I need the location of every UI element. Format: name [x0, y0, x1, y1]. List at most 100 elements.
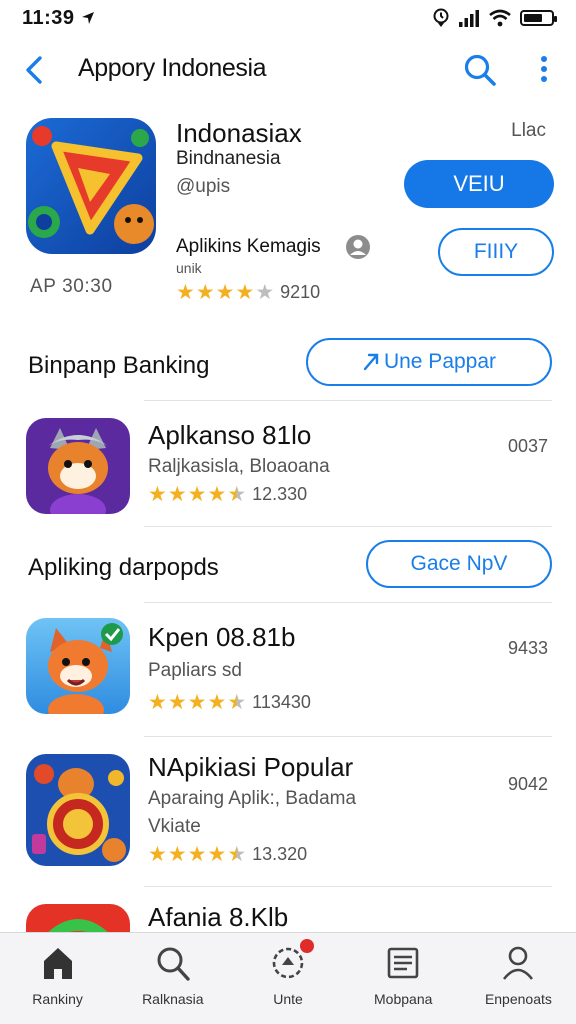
star-icon: ★	[235, 281, 255, 304]
status-bar: 11:39	[0, 0, 576, 36]
notification-badge	[300, 939, 315, 953]
star-icon: ★	[167, 843, 187, 866]
search-icon	[157, 947, 190, 981]
app-list-item[interactable]: NApikiasi Popular Aparaing Aplik:, Badam…	[0, 748, 576, 888]
rating-count: 113430	[252, 692, 311, 712]
star-icon: ★	[148, 483, 167, 506]
section-title: Binpanp Banking	[28, 352, 210, 379]
featured-app-title: Indonasiax	[176, 118, 302, 148]
list-icon	[387, 947, 419, 979]
rating-stars: ★ ★ ★ ★ ★	[148, 844, 246, 865]
star-icon: ★	[255, 281, 275, 304]
wifi-icon	[489, 9, 511, 27]
arrow-icon	[363, 353, 379, 371]
app-rating: ★ ★ ★ ★ ★ 113430	[148, 692, 311, 713]
app-name: Afania 8.Klb	[148, 902, 289, 932]
tab-profile[interactable]: Enpenoats	[461, 933, 576, 1024]
app-rating: ★ ★ ★ ★ ★ 13.320	[148, 844, 307, 865]
user-avatar-icon	[346, 235, 370, 259]
location-arrow-icon	[81, 12, 94, 24]
see-more-button[interactable]: Gace NpV	[366, 540, 552, 588]
star-icon: ★	[227, 483, 247, 506]
star-icon: ★	[176, 281, 195, 304]
rating-stars: ★ ★ ★ ★ ★	[148, 692, 246, 713]
divider	[144, 400, 552, 401]
featured-app-info-name: Aplikins Kemagis	[176, 236, 321, 257]
app-rating: ★ ★ ★ ★ ★ 12.330	[148, 484, 307, 505]
app-rank: 9433	[507, 638, 548, 658]
tab-label: Ralknasia	[142, 991, 204, 1007]
app-rank: 0037	[507, 436, 548, 456]
star-icon: ★	[187, 691, 207, 714]
app-icon	[26, 618, 130, 714]
tab-bar: Rankiny Ralknasia Unte Mobpana Enpenoats	[0, 932, 576, 1024]
featured-app: Indonasiax Llac Bindnanesia @upis VEIU A…	[0, 112, 576, 322]
star-icon: ★	[227, 843, 247, 866]
star-icon: ★	[148, 843, 167, 866]
app-name: Aplkanso 81lo	[148, 420, 312, 450]
search-icon[interactable]	[462, 52, 498, 88]
section-header-apps: Apliking darpopds Gace NpV	[0, 540, 576, 600]
divider	[144, 526, 552, 527]
tab-ranking[interactable]: Rankiny	[0, 933, 115, 1024]
view-button[interactable]: VEIU	[404, 160, 554, 208]
tab-search[interactable]: Ralknasia	[115, 933, 230, 1024]
home-icon	[43, 948, 72, 979]
star-icon: ★	[167, 691, 187, 714]
app-list-item[interactable]: Aplkanso 81lo Raljkasisla, Bloaoana ★ ★ ★ ★…	[0, 410, 576, 530]
star-icon: ★	[187, 843, 207, 866]
cellular-signal-icon	[459, 10, 479, 27]
star-icon: ★	[148, 691, 167, 714]
tab-list[interactable]: Mobpana	[346, 933, 461, 1024]
app-list-item[interactable]: Kpen 08.81b Papliars sd ★ ★ ★ ★ ★ 113430 943…	[0, 612, 576, 732]
app-icon	[26, 754, 130, 866]
star-icon: ★	[207, 483, 227, 506]
tab-label: Rankiny	[32, 991, 83, 1007]
star-icon: ★	[195, 281, 215, 304]
star-icon: ★	[227, 691, 247, 714]
featured-app-icon[interactable]	[26, 118, 156, 254]
tab-label: Unte	[273, 991, 303, 1007]
navigation-bar: Appory Indonesia	[0, 40, 576, 100]
tab-updates[interactable]: Unte	[230, 933, 345, 1024]
tab-label: Enpenoats	[484, 991, 552, 1007]
divider	[144, 886, 552, 887]
star-icon: ★	[207, 843, 227, 866]
section-title: Apliking darpopds	[28, 554, 219, 581]
featured-app-developer: @upis	[176, 176, 231, 197]
app-icon	[26, 418, 130, 514]
featured-app-tag: Llac	[511, 120, 546, 141]
star-icon: ★	[187, 483, 207, 506]
rating-stars: ★ ★ ★ ★ ★	[148, 484, 246, 505]
profile-icon	[503, 946, 534, 980]
app-name: Kpen 08.81b	[148, 622, 296, 652]
star-icon: ★	[215, 281, 235, 304]
featured-app-category: unik	[176, 260, 202, 276]
rating-count: 13.320	[252, 844, 308, 864]
divider	[144, 602, 552, 603]
featured-app-rating: ★ ★ ★ ★ ★ 9210	[176, 282, 320, 303]
alarm-icon	[433, 8, 449, 27]
rating-count: 9210	[280, 282, 321, 302]
app-rank: 9042	[507, 774, 548, 794]
app-name: NApikiasi Popular	[148, 752, 354, 782]
page-title: Appory Indonesia	[78, 54, 267, 82]
see-more-label: Une Pappar	[383, 350, 497, 373]
rating-stars: ★ ★ ★ ★ ★	[176, 282, 274, 303]
star-icon: ★	[207, 691, 227, 714]
app-subtitle: Aparaing Aplik:, Badama	[148, 788, 357, 809]
app-subtitle-secondary: Vkiate	[148, 816, 201, 837]
app-subtitle: Raljkasisla, Bloaoana	[148, 456, 330, 477]
section-header-banking: Binpanp Banking Une Pappar	[0, 338, 576, 398]
age-rating: AP 30:30	[30, 276, 113, 297]
battery-icon	[520, 10, 557, 26]
divider	[144, 736, 552, 737]
app-list-item[interactable]: Afania 8.Klb	[0, 898, 576, 932]
more-options-icon[interactable]	[532, 52, 556, 88]
see-more-button[interactable]: Une Pappar	[306, 338, 552, 386]
app-subtitle: Papliars sd	[148, 660, 242, 681]
secondary-action-button[interactable]: FIIIY	[438, 228, 554, 276]
back-chevron-icon[interactable]	[20, 52, 48, 88]
star-icon: ★	[167, 483, 187, 506]
app-icon	[26, 904, 130, 932]
